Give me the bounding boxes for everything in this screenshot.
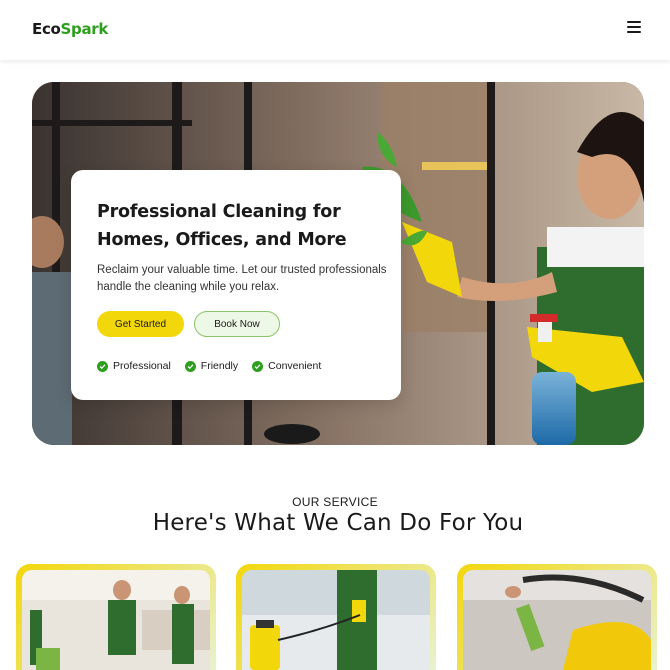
service-image [242,570,430,670]
hero-title: Professional Cleaning for Homes, Offices… [97,202,347,250]
hero-description: Reclaim your valuable time. Let our trus… [97,264,387,293]
section-title: Here's What We Can Do For You [152,510,524,536]
feature-label: Friendly [200,360,239,372]
check-circle-icon [252,360,264,372]
feature-item: Convenient [252,360,321,372]
section-eyebrow: OUR SERVICE [292,495,378,509]
feature-label: Convenient [268,360,322,372]
service-card[interactable] [457,564,657,670]
logo[interactable]: EcoSpark [32,20,108,38]
feature-list: Professional Friendly Convenient [97,360,321,372]
check-circle-icon [184,360,196,372]
service-image [22,570,210,670]
feature-item: Friendly [184,360,239,372]
service-card[interactable] [16,564,216,670]
check-circle-icon [97,360,108,372]
logo-part-spark: Spark [60,20,109,38]
site-header: EcoSpark [0,0,670,60]
get-started-button[interactable]: Get Started [97,311,184,337]
feature-label: Professional [113,360,171,372]
book-now-button[interactable]: Book Now [194,311,280,337]
feature-item: Professional [97,360,171,372]
hero-card: Professional Cleaning for Homes, Offices… [71,170,401,400]
hamburger-menu-icon[interactable] [627,21,643,37]
service-card[interactable] [236,564,436,670]
logo-part-eco: Eco [32,20,61,38]
service-image [463,570,651,670]
